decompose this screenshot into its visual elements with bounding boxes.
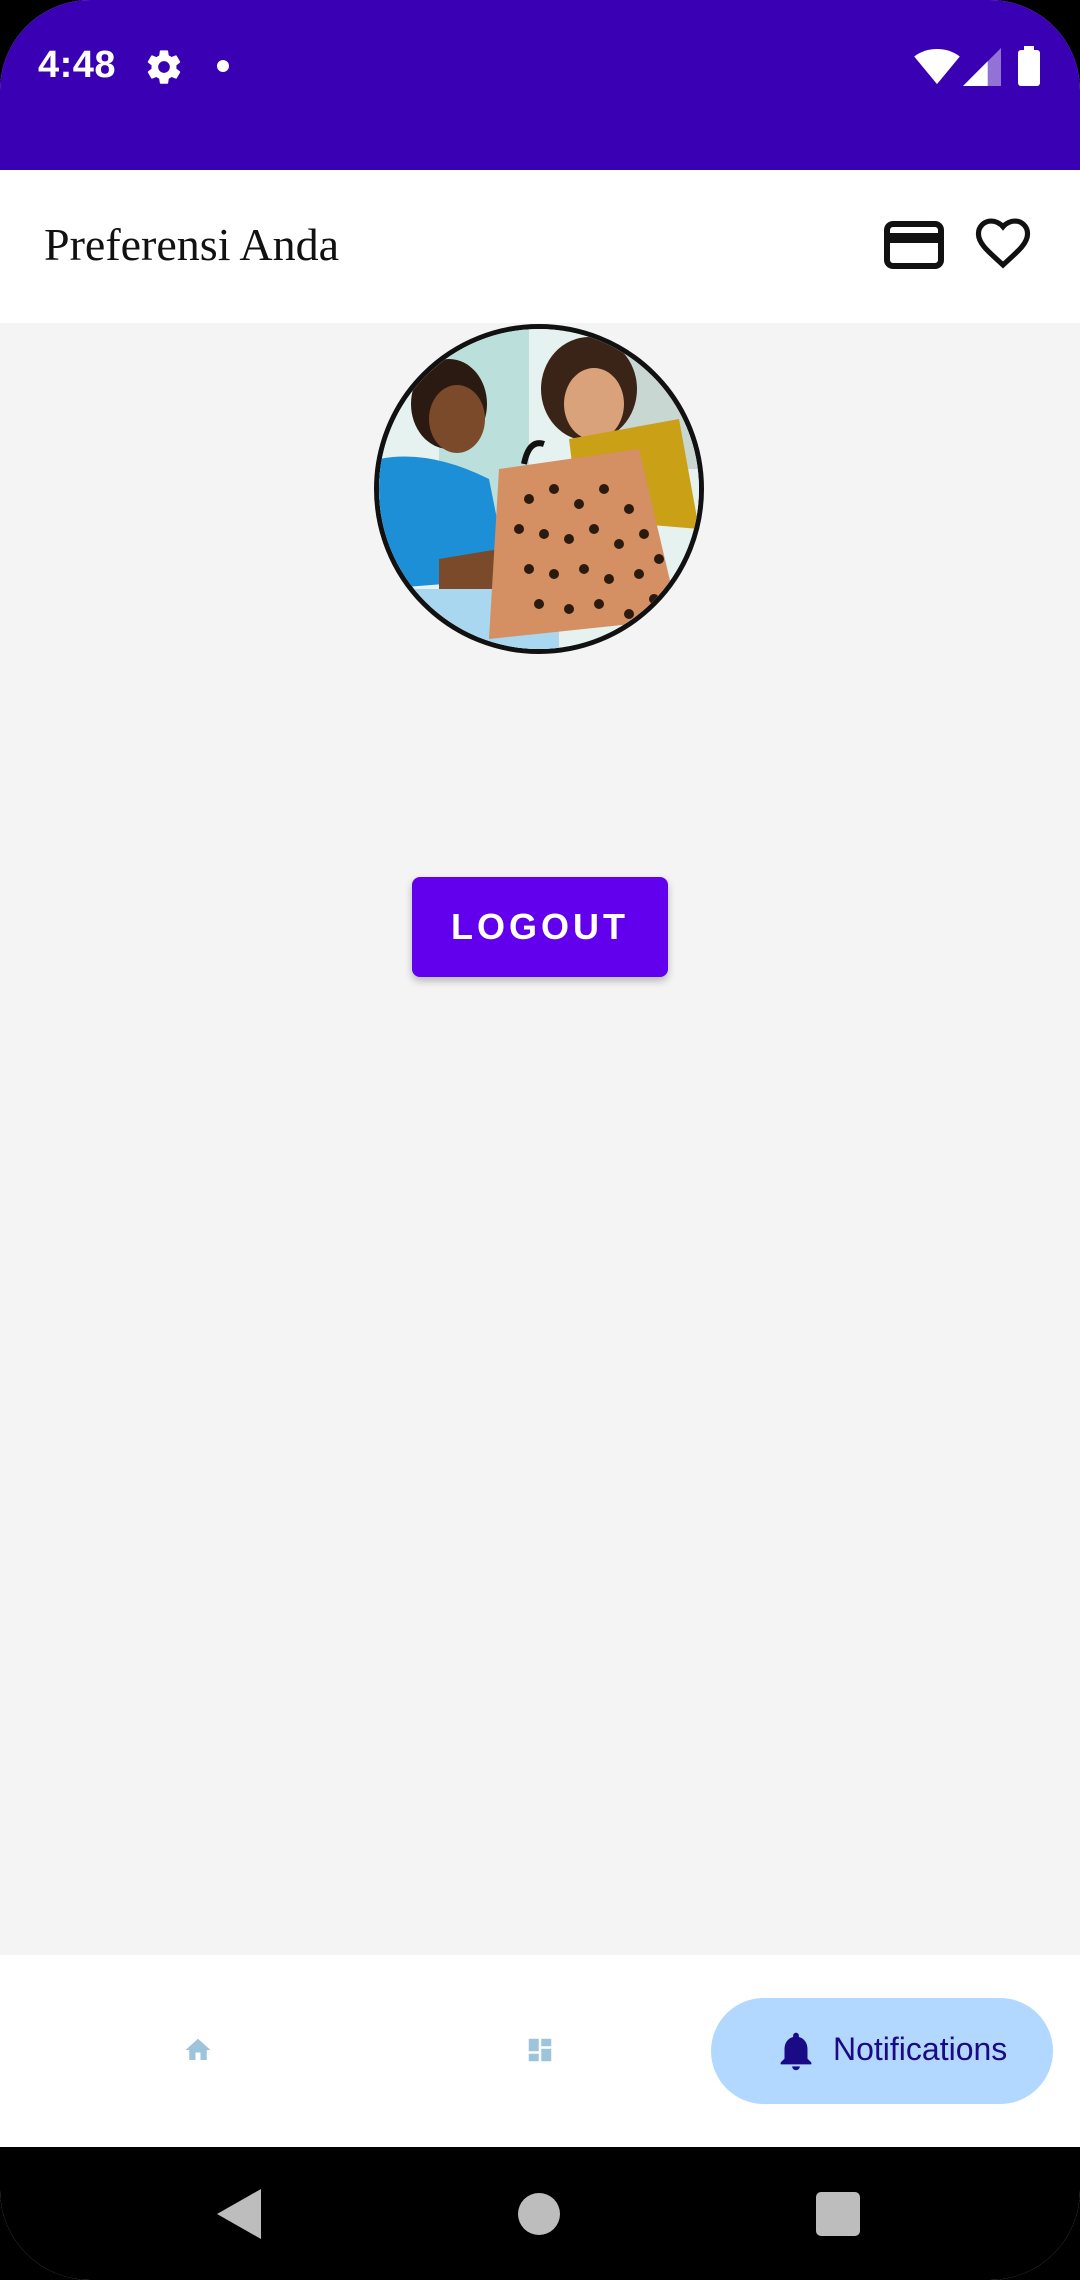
avatar <box>374 324 704 654</box>
battery-icon <box>1018 46 1040 86</box>
page-title: Preferensi Anda <box>44 219 340 270</box>
dashboard-icon[interactable] <box>494 2015 586 2085</box>
system-navigation-bar <box>0 2147 1080 2280</box>
bottom-navigation: Notifications <box>0 1955 1080 2147</box>
nav-item-notifications[interactable]: Notifications <box>711 1998 1053 2104</box>
gear-icon <box>147 50 181 84</box>
logout-button[interactable]: LOGOUT <box>412 877 668 977</box>
status-time: 4:48 <box>38 44 117 86</box>
home-icon[interactable] <box>152 2015 244 2085</box>
home-circle-icon[interactable] <box>518 2193 560 2235</box>
wifi-icon <box>914 48 960 85</box>
nav-notifications-label: Notifications <box>833 2031 1008 2067</box>
back-icon[interactable] <box>217 2189 261 2239</box>
app-screen: 4:48 Preferensi Anda LOGOUT Notification… <box>0 0 1080 2280</box>
app-bar: Preferensi Anda <box>0 170 1080 323</box>
heart-icon[interactable] <box>972 212 1034 274</box>
credit-card-icon[interactable] <box>884 220 944 270</box>
signal-icon <box>963 48 1001 86</box>
status-bar: 4:48 <box>0 0 1080 170</box>
notification-dot <box>217 60 229 72</box>
bell-icon <box>780 2032 812 2071</box>
profile-photo <box>379 329 699 649</box>
recents-square-icon[interactable] <box>816 2192 860 2236</box>
